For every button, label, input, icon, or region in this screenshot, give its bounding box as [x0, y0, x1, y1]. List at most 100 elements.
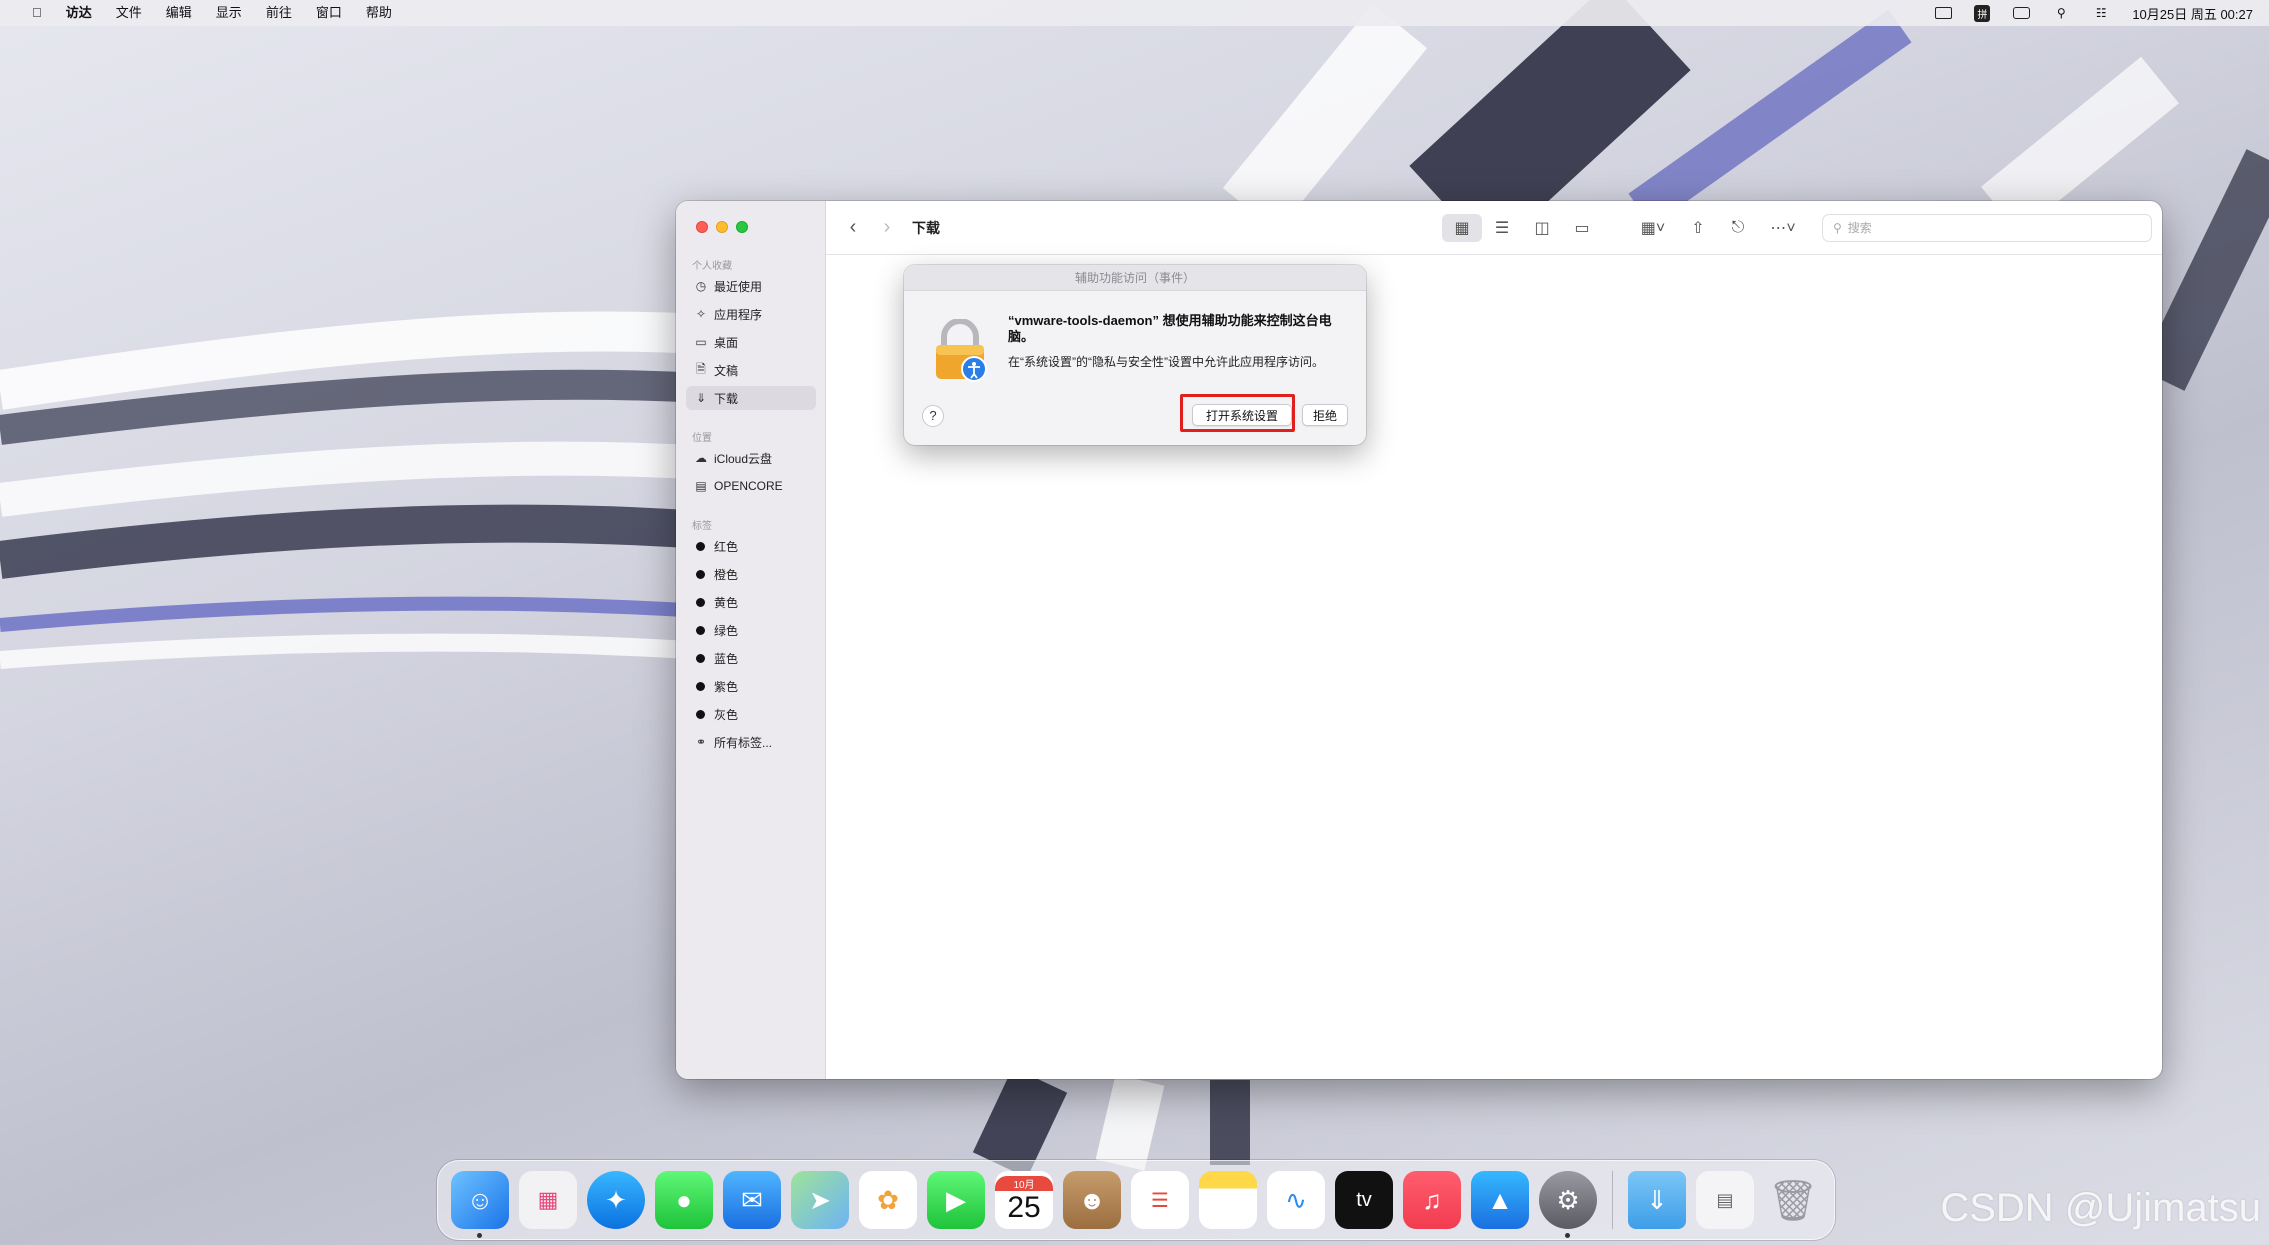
red-highlight-box	[1180, 394, 1295, 432]
sidebar-item-label: 灰色	[714, 707, 739, 722]
sidebar-item-label: 应用程序	[714, 307, 763, 322]
sidebar-item-tag-purple[interactable]: 紫色	[686, 674, 816, 698]
gallery-view-button[interactable]: ▭	[1562, 214, 1602, 242]
help-button[interactable]: ?	[922, 405, 944, 427]
dock-mail-icon[interactable]: ✉	[723, 1171, 781, 1229]
apple-icon[interactable]: 	[20, 0, 54, 26]
zoom-window-button[interactable]	[736, 221, 748, 233]
sidebar-item-label: 紫色	[714, 679, 739, 694]
dock-reminders-icon[interactable]: ☰	[1131, 1171, 1189, 1229]
dock-photos-icon[interactable]: ✿	[859, 1171, 917, 1229]
dock-separator	[1612, 1171, 1613, 1229]
share-icon[interactable]: ⇧	[1678, 214, 1718, 242]
sidebar-item-label: 下载	[714, 391, 739, 406]
more-actions-button[interactable]: ⋯˅	[1758, 214, 1808, 242]
column-view-button[interactable]: ◫	[1522, 214, 1562, 242]
calendar-day: 25	[1007, 1190, 1041, 1224]
sidebar-item-label: 黄色	[714, 595, 739, 610]
sidebar-item-label: 文稿	[714, 363, 739, 378]
menu-help[interactable]: 帮助	[354, 0, 404, 26]
menu-edit[interactable]: 编辑	[154, 0, 204, 26]
lock-accessibility-icon	[936, 319, 987, 382]
document-icon: 🗎	[696, 361, 706, 376]
dock-messages-icon[interactable]: ●	[655, 1171, 713, 1229]
dock-maps-icon[interactable]: ➤	[791, 1171, 849, 1229]
sidebar-item-tag-gray[interactable]: 灰色	[686, 702, 816, 726]
sidebar-item-documents[interactable]: 🗎 文稿	[686, 358, 816, 382]
sidebar-section-tags: 标签	[692, 521, 712, 532]
menu-go[interactable]: 前往	[254, 0, 304, 26]
tag-icon[interactable]: ⎋	[1718, 214, 1758, 242]
tag-dot-icon	[696, 709, 705, 719]
close-window-button[interactable]	[696, 221, 708, 233]
dialog-title: 辅助功能访问（事件）	[904, 265, 1366, 291]
finder-toolbar: ‹ › 下载 ▦ ☰ ◫ ▭ ▦˅ ⇧ ⎋ ⋯˅ ⚲ 搜索	[826, 201, 2162, 255]
spotlight-search-icon[interactable]: ⚲	[2052, 6, 2070, 20]
cloud-icon: ☁	[695, 451, 707, 465]
finder-window: 个人收藏 ◷ 最近使用 ✧ 应用程序 ▭ 桌面 🗎 文稿 ⇓ 下载 位置 ☁ i…	[676, 201, 2162, 1079]
sidebar-item-label: 绿色	[714, 623, 739, 638]
sidebar-item-applications[interactable]: ✧ 应用程序	[686, 302, 816, 326]
dock-finder-icon[interactable]: ☺	[451, 1171, 509, 1238]
menu-file[interactable]: 文件	[104, 0, 154, 26]
list-view-button[interactable]: ☰	[1482, 214, 1522, 242]
sidebar-item-tag-blue[interactable]: 蓝色	[686, 646, 816, 670]
control-center-icon[interactable]: ☷	[2092, 6, 2110, 20]
dock-downloads-folder-icon[interactable]: ⇓	[1628, 1171, 1686, 1229]
sidebar-section-locations: 位置	[692, 433, 712, 444]
menu-view[interactable]: 显示	[204, 0, 254, 26]
dock-notes-icon[interactable]	[1199, 1171, 1257, 1229]
screen-mirroring-icon[interactable]	[2012, 6, 2030, 20]
search-field[interactable]: ⚲ 搜索	[1822, 213, 2152, 242]
window-title: 下载	[912, 219, 940, 236]
sidebar-item-label: 橙色	[714, 567, 739, 582]
dock-trash-icon[interactable]: 🗑	[1764, 1171, 1822, 1229]
sidebar-item-label: iCloud云盘	[714, 451, 773, 466]
sidebar-item-tag-yellow[interactable]: 黄色	[686, 590, 816, 614]
deny-button[interactable]: 拒绝	[1302, 404, 1348, 426]
dock-safari-icon[interactable]: ✦	[587, 1171, 645, 1229]
accessibility-access-dialog: 辅助功能访问（事件） “vmware-tools-daemon” 想使用辅助功能…	[904, 265, 1366, 445]
sidebar-item-tag-orange[interactable]: 橙色	[686, 562, 816, 586]
group-by-button[interactable]: ▦˅	[1628, 214, 1678, 242]
menu-bar:  访达 文件 编辑 显示 前往 窗口 帮助 拼 ⚲ ☷ 10月25日 周五 0…	[0, 0, 2269, 26]
forward-button[interactable]: ›	[870, 216, 904, 239]
sidebar-item-label: OPENCORE	[714, 479, 783, 493]
sidebar-item-tag-green[interactable]: 绿色	[686, 618, 816, 642]
sidebar-item-recents[interactable]: ◷ 最近使用	[686, 274, 816, 298]
dock-calendar-icon[interactable]: 10月 25	[995, 1171, 1053, 1229]
dock-appstore-icon[interactable]: ▲	[1471, 1171, 1529, 1229]
sidebar-section-favorites: 个人收藏	[692, 261, 732, 272]
minimize-window-button[interactable]	[716, 221, 728, 233]
screen-record-icon[interactable]	[1934, 6, 1952, 20]
dock-facetime-icon[interactable]: ▶	[927, 1171, 985, 1229]
menu-window[interactable]: 窗口	[304, 0, 354, 26]
search-placeholder: 搜索	[1847, 221, 1872, 235]
dock-appletv-icon[interactable]: tv	[1335, 1171, 1393, 1229]
dock-music-icon[interactable]: ♫	[1403, 1171, 1461, 1229]
back-button[interactable]: ‹	[836, 216, 870, 239]
input-method-icon[interactable]: 拼	[1974, 4, 1991, 22]
window-controls	[696, 221, 748, 233]
calendar-month: 10月	[995, 1175, 1053, 1191]
dock-launchpad-icon[interactable]: ▦	[519, 1171, 577, 1229]
sidebar-item-downloads[interactable]: ⇓ 下载	[686, 386, 816, 410]
icon-view-button[interactable]: ▦	[1442, 213, 1482, 242]
dock-contacts-icon[interactable]: ☻	[1063, 1171, 1121, 1229]
sidebar-item-icloud[interactable]: ☁ iCloud云盘	[686, 446, 816, 470]
sidebar-item-desktop[interactable]: ▭ 桌面	[686, 330, 816, 354]
sidebar-item-label: 蓝色	[714, 651, 739, 666]
sidebar-item-label: 所有标签...	[714, 735, 773, 750]
sidebar-item-tag-red[interactable]: 红色	[686, 534, 816, 558]
menubar-clock[interactable]: 10月25日 周五 00:27	[2132, 4, 2253, 23]
applications-icon: ✧	[695, 307, 707, 321]
csdn-watermark: CSDN @Ujimatsu	[1940, 1186, 2261, 1230]
dock-system-settings-icon[interactable]: ⚙	[1539, 1171, 1597, 1238]
sidebar-item-all-tags[interactable]: ⚭ 所有标签...	[686, 730, 816, 754]
search-icon: ⚲	[1833, 220, 1842, 235]
tag-dot-icon	[696, 597, 705, 607]
sidebar-item-opencore[interactable]: ▤ OPENCORE	[686, 474, 816, 498]
dock-freeform-icon[interactable]: ∿	[1267, 1171, 1325, 1229]
menu-finder[interactable]: 访达	[54, 0, 104, 26]
dock-recent-document-icon[interactable]: ▤	[1696, 1171, 1754, 1229]
